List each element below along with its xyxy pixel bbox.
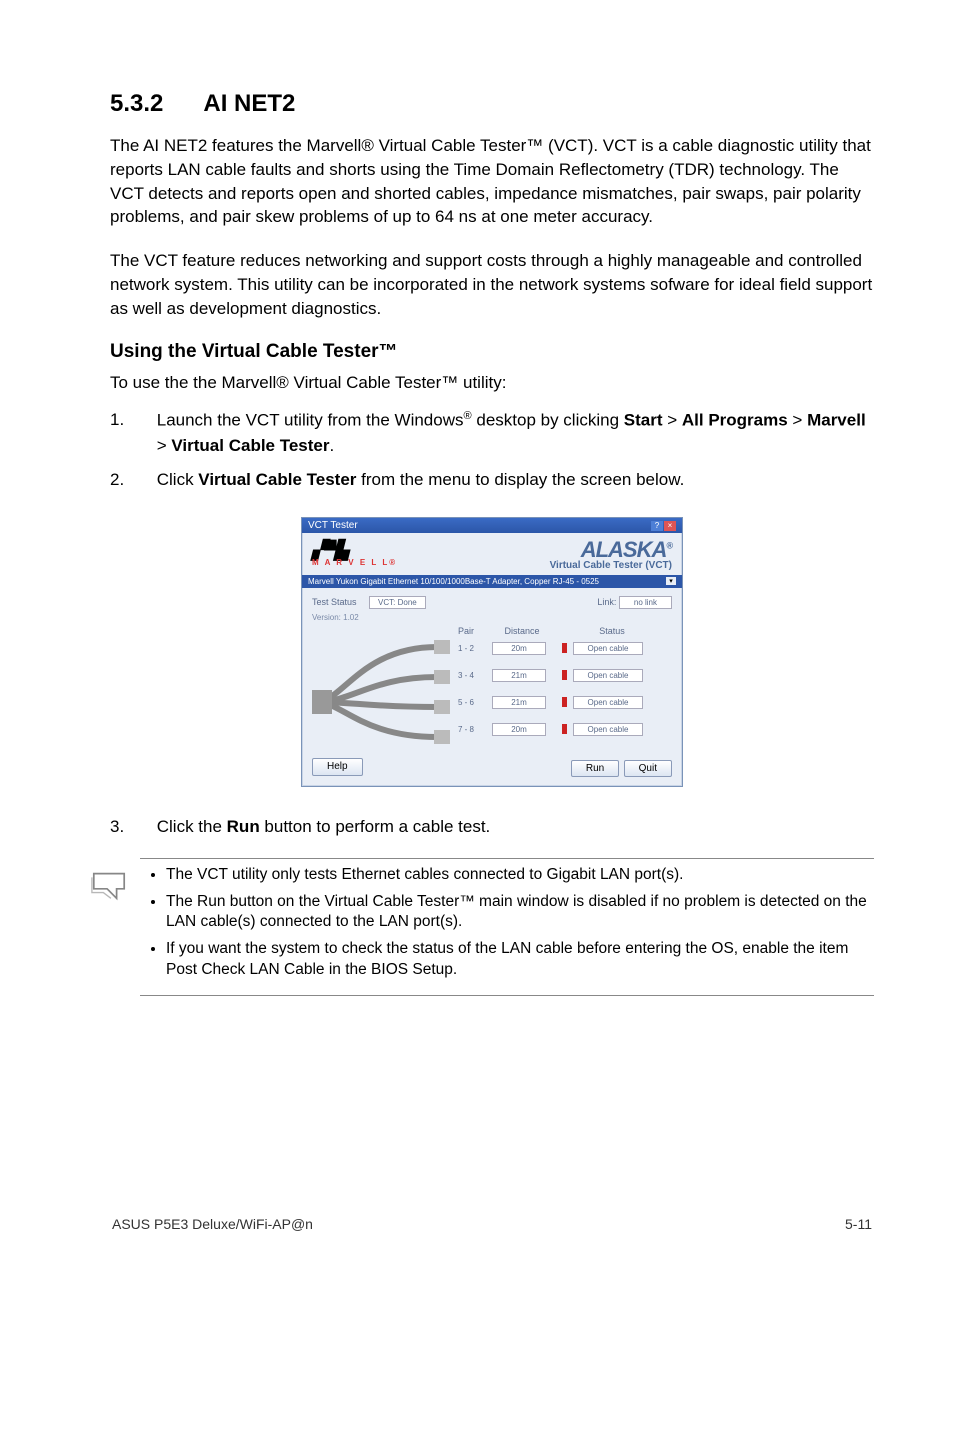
status-value: Open cable bbox=[573, 723, 643, 736]
status-led bbox=[562, 670, 567, 680]
link-status: Link: no link bbox=[432, 596, 672, 609]
paragraph-2: The VCT feature reduces networking and s… bbox=[110, 249, 874, 320]
step-3-text-a: Click the bbox=[157, 817, 227, 836]
adapter-name: Marvell Yukon Gigabit Ethernet 10/100/10… bbox=[308, 577, 599, 586]
status-led bbox=[562, 643, 567, 653]
distance-value: 20m bbox=[492, 723, 546, 736]
pair-value: 5 - 6 bbox=[458, 698, 492, 707]
test-status: Test Status VCT: Done bbox=[312, 596, 432, 609]
status-value: Open cable bbox=[573, 669, 643, 682]
link-value: no link bbox=[619, 596, 672, 609]
adapter-strip: Marvell Yukon Gigabit Ethernet 10/100/10… bbox=[302, 575, 682, 588]
registered-mark: ® bbox=[464, 410, 472, 422]
step-2-text-a: Click bbox=[157, 470, 199, 489]
test-status-label: Test Status bbox=[312, 597, 357, 607]
vct-menu-label: Virtual Cable Tester bbox=[198, 470, 356, 489]
page-footer: ASUS P5E3 Deluxe/WiFi-AP@n 5-11 bbox=[110, 1216, 874, 1232]
test-status-value: VCT: Done bbox=[369, 596, 426, 609]
alaska-subtitle: Virtual Cable Tester (VCT) bbox=[550, 561, 672, 571]
marvell-logo-text: M A R V E L L® bbox=[312, 558, 397, 567]
step-2-text-b: from the menu to display the screen belo… bbox=[356, 470, 684, 489]
section-number: 5.3.2 bbox=[110, 90, 163, 118]
subheading: Using the Virtual Cable Tester™ bbox=[110, 341, 874, 363]
alaska-text: ALASKA bbox=[581, 537, 667, 562]
note-1: The VCT utility only tests Ethernet cabl… bbox=[166, 865, 874, 886]
pair-value: 3 - 4 bbox=[458, 671, 492, 680]
vct-window: VCT Tester ?× ▞▀▙ M A R V E L L® ALASKA®… bbox=[301, 517, 683, 787]
sep: > bbox=[157, 436, 172, 455]
cable-diagram bbox=[312, 632, 452, 752]
step-1: 1. Launch the VCT utility from the Windo… bbox=[110, 408, 874, 458]
paragraph-1: The AI NET2 features the Marvell® Virtua… bbox=[110, 134, 874, 229]
window-titlebar: VCT Tester ?× bbox=[302, 518, 682, 533]
step-1-end: . bbox=[330, 436, 335, 455]
sep: > bbox=[663, 411, 682, 430]
close-icon[interactable]: × bbox=[664, 521, 676, 531]
note-3: If you want the system to check the stat… bbox=[166, 939, 874, 981]
marvell-label: Marvell bbox=[807, 411, 866, 430]
alaska-logo: ALASKA® Virtual Cable Tester (VCT) bbox=[550, 539, 672, 571]
note-2: The Run button on the Virtual Cable Test… bbox=[166, 892, 874, 934]
table-row: 7 - 8 20m Open cable bbox=[458, 723, 672, 736]
step-2-number: 2. bbox=[110, 468, 152, 493]
pair-value: 1 - 2 bbox=[458, 644, 492, 653]
step-1-text-a: Launch the VCT utility from the Windows bbox=[157, 411, 464, 430]
step-3-number: 3. bbox=[110, 815, 152, 840]
distance-value: 21m bbox=[492, 669, 546, 682]
window-controls: ?× bbox=[650, 520, 676, 531]
start-label: Start bbox=[624, 411, 663, 430]
section-title-text: AI NET2 bbox=[203, 90, 295, 117]
col-pair: Pair bbox=[458, 626, 492, 636]
step-3: 3. Click the Run button to perform a cab… bbox=[110, 815, 874, 840]
run-label: Run bbox=[227, 817, 260, 836]
help-button[interactable]: Help bbox=[312, 758, 363, 776]
note-icon bbox=[90, 865, 140, 988]
run-button[interactable]: Run bbox=[571, 760, 619, 777]
step-2: 2. Click Virtual Cable Tester from the m… bbox=[110, 468, 874, 493]
step-1-number: 1. bbox=[110, 408, 152, 433]
table-row: 3 - 4 21m Open cable bbox=[458, 669, 672, 682]
link-label: Link: bbox=[597, 597, 616, 607]
help-icon[interactable]: ? bbox=[651, 521, 663, 531]
marvell-logo: ▞▀▙ M A R V E L L® bbox=[312, 543, 397, 566]
sep: > bbox=[788, 411, 807, 430]
quit-button[interactable]: Quit bbox=[624, 760, 672, 777]
status-value: Open cable bbox=[573, 642, 643, 655]
step-3-text-b: button to perform a cable test. bbox=[260, 817, 491, 836]
table-row: 1 - 2 20m Open cable bbox=[458, 642, 672, 655]
col-status: Status bbox=[552, 626, 672, 636]
status-led bbox=[562, 697, 567, 707]
all-programs-label: All Programs bbox=[682, 411, 788, 430]
footer-right: 5-11 bbox=[845, 1216, 872, 1232]
status-value: Open cable bbox=[573, 696, 643, 709]
col-distance: Distance bbox=[492, 626, 552, 636]
step-1-text-b: desktop by clicking bbox=[472, 411, 624, 430]
version-label: Version: 1.02 bbox=[312, 613, 672, 622]
footer-left: ASUS P5E3 Deluxe/WiFi-AP@n bbox=[112, 1216, 313, 1232]
dropdown-icon[interactable]: ▾ bbox=[666, 577, 676, 585]
distance-value: 21m bbox=[492, 696, 546, 709]
note-block: The VCT utility only tests Ethernet cabl… bbox=[140, 858, 874, 997]
subheading-line: To use the the Marvell® Virtual Cable Te… bbox=[110, 371, 874, 395]
section-heading: 5.3.2 AI NET2 bbox=[110, 90, 874, 118]
distance-value: 20m bbox=[492, 642, 546, 655]
status-led bbox=[562, 724, 567, 734]
vct-screenshot: VCT Tester ?× ▞▀▙ M A R V E L L® ALASKA®… bbox=[110, 517, 874, 787]
vct-label: Virtual Cable Tester bbox=[171, 436, 329, 455]
results-table: Pair Distance Status 1 - 2 20m Open cabl… bbox=[458, 626, 672, 752]
table-row: 5 - 6 21m Open cable bbox=[458, 696, 672, 709]
pair-value: 7 - 8 bbox=[458, 725, 492, 734]
window-title: VCT Tester bbox=[308, 520, 358, 531]
